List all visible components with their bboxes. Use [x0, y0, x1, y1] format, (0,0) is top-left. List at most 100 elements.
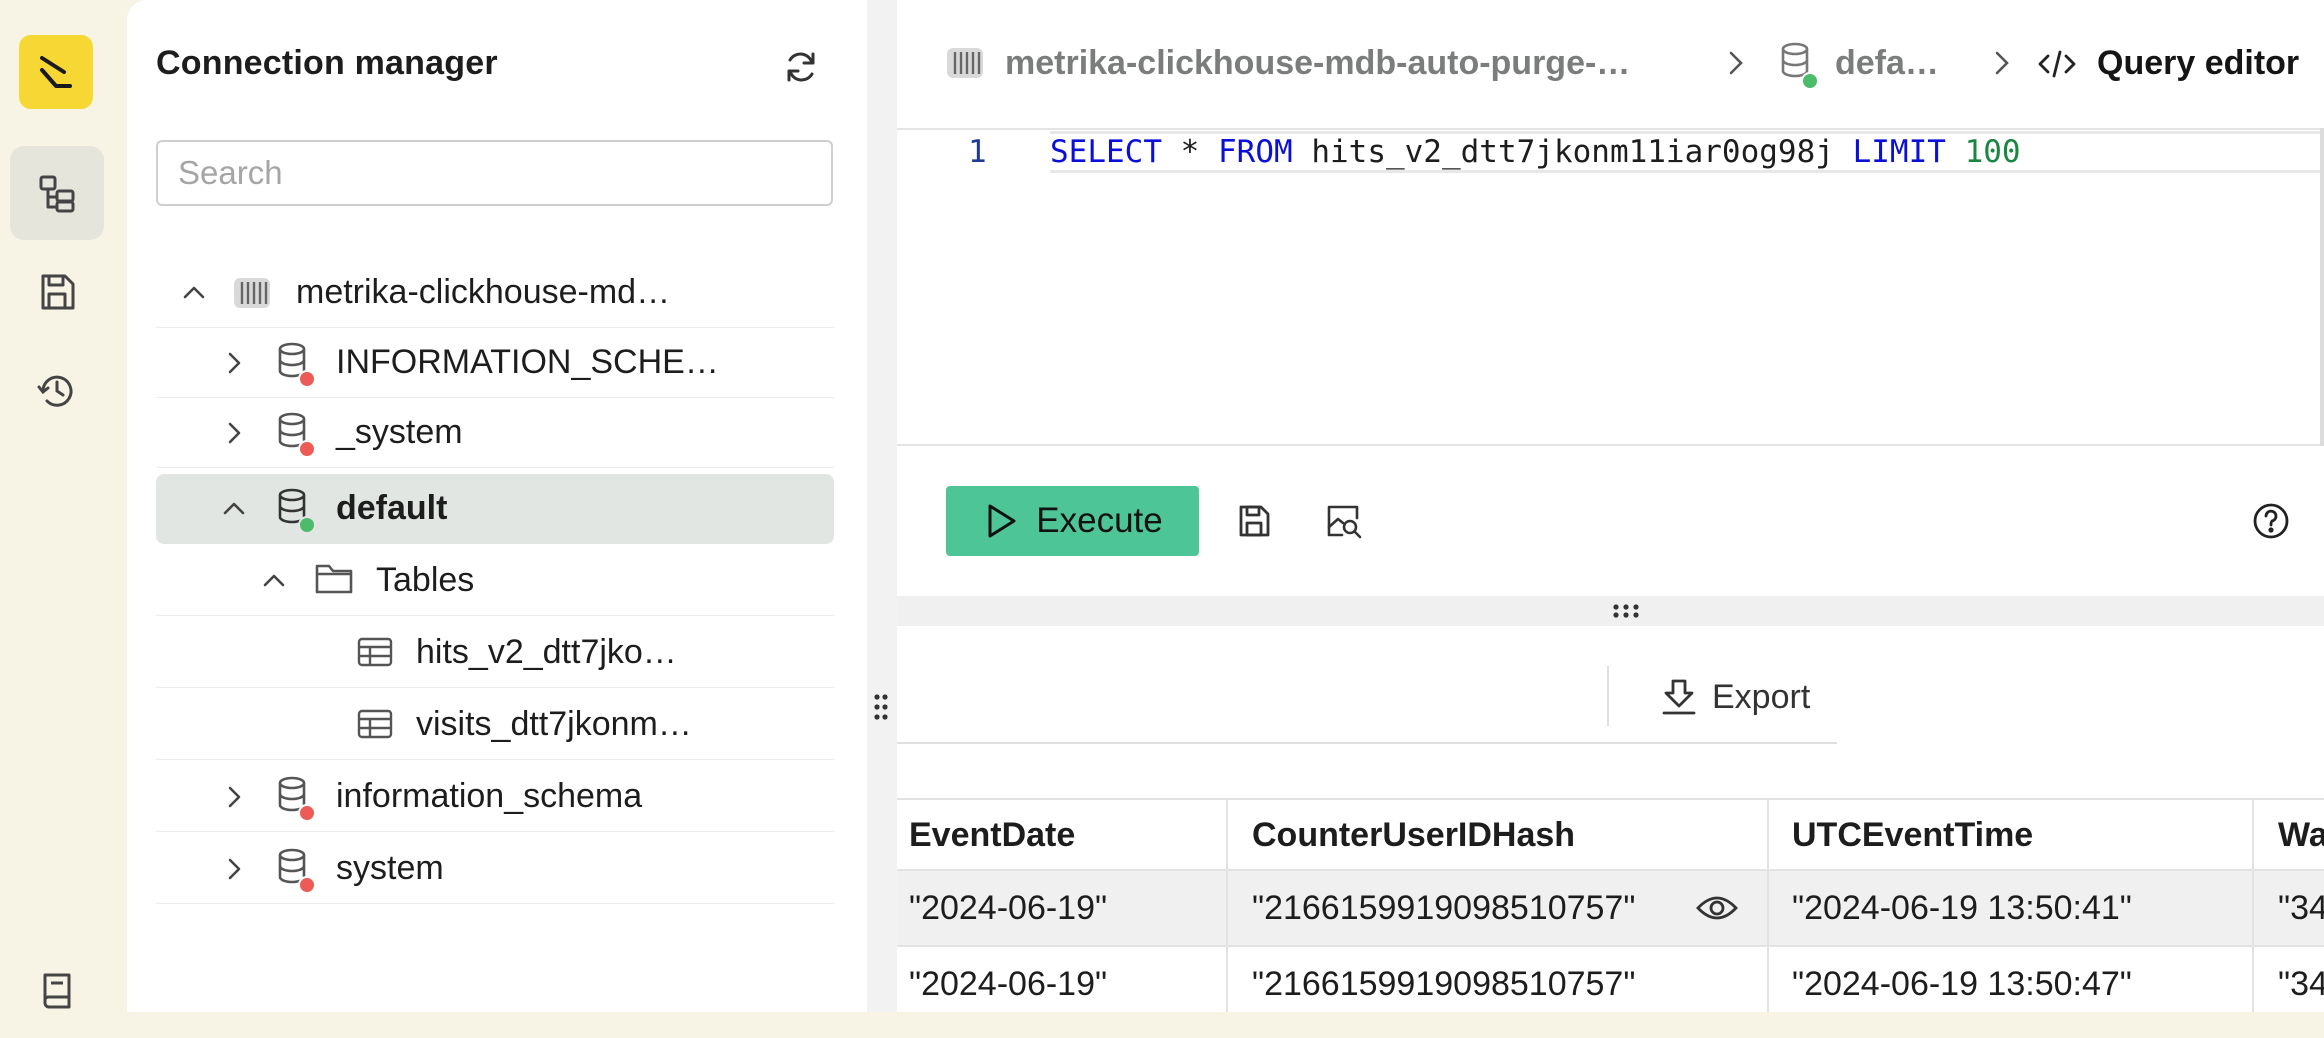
eye-icon[interactable] — [1695, 890, 1739, 926]
table-cell[interactable]: "2024-06-19" — [897, 870, 1226, 946]
status-dot-disconnected — [298, 804, 316, 822]
column-divider — [1226, 800, 1228, 1012]
toolbar-separator — [1607, 666, 1609, 726]
column-header[interactable]: UTCEventTime — [1780, 800, 2250, 870]
table-cell[interactable]: "2166159919098510757" — [1240, 870, 1680, 946]
line-number: 1 — [968, 134, 987, 170]
tree-item-label: _system — [336, 413, 463, 451]
sql-keyword: LIMIT — [1852, 134, 1946, 170]
save-icon — [41, 274, 75, 310]
table-cell[interactable]: "2166159919098510757" — [1240, 946, 1760, 1022]
tree-item-table-hits[interactable]: hits_v2_dtt7jko… — [156, 618, 834, 688]
tree-item-folder-tables[interactable]: Tables — [156, 546, 834, 616]
app-logo[interactable] — [19, 35, 93, 109]
tree-item-table-visits[interactable]: visits_dtt7jkonm… — [156, 690, 834, 760]
database-icon — [274, 340, 318, 388]
column-divider — [1767, 800, 1769, 1012]
export-button[interactable]: Export — [1660, 672, 1810, 722]
search-input[interactable] — [156, 140, 833, 206]
status-dot-connected — [1801, 72, 1819, 90]
history-icon — [37, 375, 73, 407]
cluster-icon — [945, 42, 987, 86]
table-icon — [356, 634, 400, 680]
sql-editor[interactable] — [897, 128, 2324, 446]
chevron-up-icon[interactable] — [176, 275, 212, 311]
tree-item-database-default[interactable]: default — [156, 474, 834, 544]
column-header[interactable]: Wa — [2266, 800, 2324, 870]
sql-number: 100 — [1964, 134, 2021, 170]
table-cell[interactable]: "34 — [2266, 946, 2324, 1022]
chevron-right-icon — [1989, 48, 2015, 78]
code-line[interactable]: SELECT * FROM hits_v2_dtt7jkonm11iar0og9… — [1050, 131, 2320, 173]
tree-item-database-information-schema-upper[interactable]: INFORMATION_SCHE… — [156, 328, 834, 398]
table-cell[interactable]: "2024-06-19" — [897, 946, 1226, 1022]
tree-item-label: default — [336, 489, 448, 527]
database-icon — [274, 846, 318, 894]
tree-item-label: Tables — [376, 561, 475, 599]
editor-scrollbar[interactable] — [2320, 128, 2324, 446]
breadcrumb-cluster[interactable]: metrika-clickhouse-mdb-auto-purge-… — [1005, 44, 1630, 83]
breadcrumb-page: Query editor — [2097, 44, 2300, 82]
rail-saved-queries-button[interactable] — [10, 245, 104, 339]
rail-history-button[interactable] — [10, 344, 104, 438]
table-cell[interactable]: "2024-06-19 13:50:47" — [1780, 946, 2250, 1022]
status-dot-connected — [298, 516, 316, 534]
chevron-up-icon[interactable] — [256, 563, 292, 599]
drag-handle-icon[interactable] — [872, 692, 890, 722]
refresh-button[interactable] — [778, 44, 824, 90]
logo-icon — [40, 56, 72, 88]
cluster-icon — [232, 270, 276, 316]
book-icon — [43, 973, 71, 1009]
status-dot-disconnected — [298, 876, 316, 894]
execute-button[interactable]: Execute — [946, 486, 1199, 556]
explain-query-button[interactable] — [1318, 495, 1370, 547]
column-divider — [2252, 800, 2254, 1012]
breadcrumb: metrika-clickhouse-mdb-auto-purge-… defa… — [897, 0, 2324, 128]
tree-item-label: hits_v2_dtt7jko… — [416, 633, 677, 671]
sql-keyword: FROM — [1218, 134, 1293, 170]
tree-item-cluster[interactable]: metrika-clickhouse-md… — [156, 258, 834, 328]
tree-item-database-information-schema[interactable]: information_schema — [156, 762, 834, 832]
chevron-up-icon[interactable] — [216, 491, 252, 527]
tree-icon — [39, 175, 75, 213]
table-cell[interactable]: "2024-06-19 13:50:41" — [1780, 870, 2250, 946]
chevron-right-icon — [1723, 48, 1749, 78]
tree-item-label: information_schema — [336, 777, 643, 815]
panel-resize-handle[interactable] — [867, 0, 897, 1012]
rail-connection-tree-button[interactable] — [10, 146, 104, 240]
save-query-button[interactable] — [1228, 495, 1280, 547]
sql-keyword: SELECT — [1050, 134, 1162, 170]
panel-title: Connection manager — [156, 44, 498, 82]
chevron-right-icon[interactable] — [216, 345, 252, 381]
breadcrumb-database[interactable]: defa… — [1835, 44, 1939, 83]
column-header[interactable]: EventDate — [897, 800, 1226, 870]
tree-item-database-system[interactable]: system — [156, 834, 834, 904]
database-icon — [1777, 40, 1819, 90]
sql-star: * — [1180, 134, 1200, 170]
database-icon — [274, 486, 318, 534]
status-dot-disconnected — [298, 370, 316, 388]
chevron-right-icon[interactable] — [216, 851, 252, 887]
database-icon — [274, 774, 318, 822]
export-label: Export — [1712, 677, 1811, 716]
column-header[interactable]: CounterUserIDHash — [1240, 800, 1760, 870]
download-icon — [1662, 679, 1696, 715]
results-toolbar-divider — [897, 742, 1837, 744]
help-button[interactable] — [2245, 495, 2297, 547]
status-dot-disconnected — [298, 440, 316, 458]
rail-docs-button[interactable] — [10, 944, 104, 1038]
refresh-icon — [787, 52, 815, 82]
drag-handle-icon[interactable] — [1611, 602, 1641, 620]
folder-icon — [314, 560, 358, 606]
tree-item-label: visits_dtt7jkonm… — [416, 705, 692, 743]
code-icon — [2037, 48, 2077, 80]
chevron-right-icon[interactable] — [216, 779, 252, 815]
sql-table-name: hits_v2_dtt7jkonm11iar0og98j — [1311, 134, 1834, 170]
save-icon — [1239, 505, 1270, 537]
tree-item-database-underscore-system[interactable]: _system — [156, 398, 834, 468]
table-cell[interactable]: "34 — [2266, 870, 2324, 946]
database-icon — [274, 410, 318, 458]
chevron-right-icon[interactable] — [216, 415, 252, 451]
execute-label: Execute — [1036, 501, 1163, 540]
tree-item-label: metrika-clickhouse-md… — [296, 273, 671, 311]
